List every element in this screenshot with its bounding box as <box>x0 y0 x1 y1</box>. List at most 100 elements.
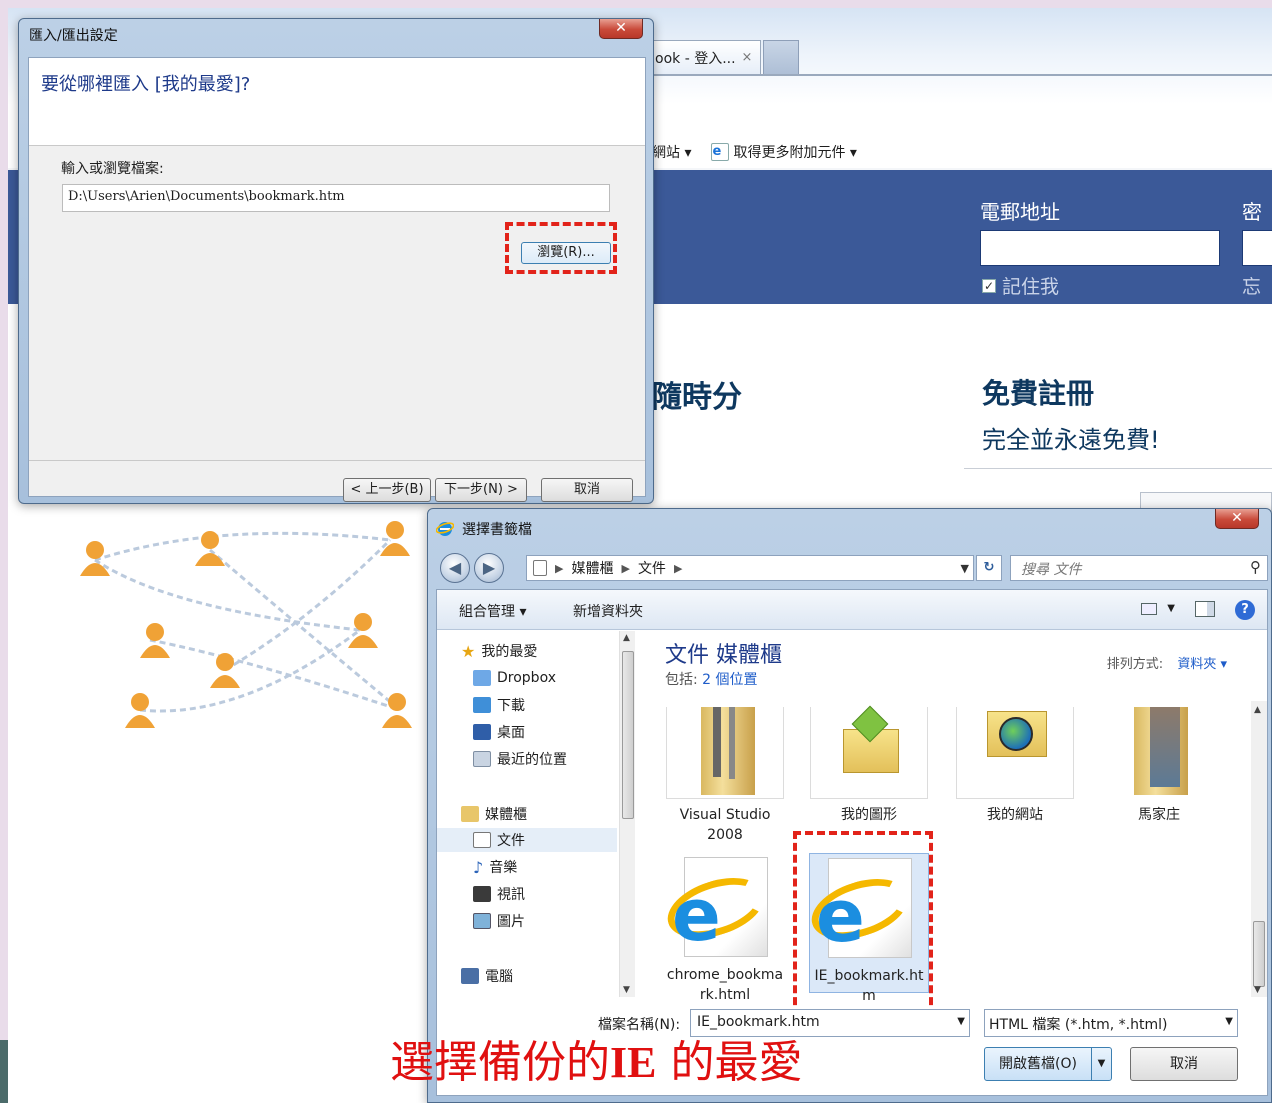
path-input[interactable]: D:\Users\Arien\Documents\bookmark.htm <box>62 184 610 212</box>
divider <box>29 460 645 461</box>
filename-input[interactable]: IE_bookmark.htm ▼ <box>690 1009 970 1037</box>
background-strip-bottom <box>0 1040 8 1103</box>
file-item[interactable]: 馬家庄 <box>1099 707 1219 825</box>
chevron-right-icon: ▶ <box>621 561 630 575</box>
close-icon[interactable]: ✕ <box>1215 509 1259 529</box>
nav-item-documents[interactable]: 文件 <box>437 828 617 852</box>
search-input[interactable]: 搜尋 文件 ⚲ <box>1010 555 1268 581</box>
nav-label: 文件 <box>497 833 525 849</box>
chevron-down-icon[interactable]: ▼ <box>1167 603 1175 614</box>
suggested-sites-link[interactable]: 網站 ▾ <box>652 142 691 162</box>
folder-icon <box>1100 707 1218 799</box>
nav-label: 桌面 <box>497 725 525 741</box>
ie-icon: e <box>711 143 730 161</box>
includes-link[interactable]: 2 個位置 <box>702 672 757 688</box>
desktop-icon <box>473 724 491 740</box>
chevron-up-icon[interactable]: ▲ <box>1254 705 1261 715</box>
nav-item-downloads[interactable]: 下載 <box>437 693 617 717</box>
nav-item-computer[interactable]: 電腦 <box>437 964 617 988</box>
filetype-select[interactable]: HTML 檔案 (*.htm, *.html) ▼ <box>984 1009 1238 1037</box>
arrange-dropdown[interactable]: 資料夾 ▾ <box>1177 657 1227 672</box>
highlight-box <box>505 222 617 274</box>
view-icon[interactable] <box>1141 603 1157 615</box>
downloads-icon <box>473 697 491 713</box>
person-icon <box>80 541 110 576</box>
chevron-down-icon[interactable]: ▼ <box>1254 985 1261 995</box>
scroll-thumb[interactable] <box>622 651 634 819</box>
forward-arrow-icon[interactable]: ▶ <box>474 553 504 583</box>
get-addons-label: 取得更多附加元件 ▾ <box>733 145 857 161</box>
remember-me[interactable]: ✓ 記住我 <box>982 272 1059 299</box>
scroll-thumb[interactable] <box>1253 921 1265 987</box>
import-export-dialog: 匯入/匯出設定 ✕ 要從哪裡匯入 [我的最愛]? 輸入或瀏覽檔案: D:\Use… <box>18 18 654 504</box>
content-scrollbar[interactable]: ▲ ▼ <box>1251 701 1267 997</box>
email-input[interactable] <box>980 230 1220 266</box>
search-icon[interactable]: ⚲ <box>1250 558 1261 576</box>
chevron-down-icon[interactable]: ▼ <box>1225 1016 1233 1027</box>
password-input[interactable] <box>1242 230 1272 266</box>
libraries-icon <box>461 806 479 822</box>
video-icon <box>473 886 491 902</box>
breadcrumb-documents[interactable]: 文件 <box>638 558 666 578</box>
refresh-icon[interactable]: ↻ <box>976 555 1002 581</box>
nav-label: Dropbox <box>497 670 556 686</box>
cancel-button[interactable]: 取消 <box>1130 1047 1238 1081</box>
nav-item-libraries[interactable]: 媒體櫃 <box>437 802 617 826</box>
chevron-down-icon[interactable]: ▼ <box>961 562 969 575</box>
file-name: 馬家庄 <box>1138 807 1180 823</box>
browser-tab[interactable]: ook - 登入... × <box>640 40 762 74</box>
new-folder-button[interactable]: 新增資料夾 <box>573 601 643 621</box>
navigation-pane: ★ 我的最愛 Dropbox 下載 桌面 最近的位置 媒體櫃 文件 ♪ 音樂 視… <box>437 631 637 997</box>
navigation-row: ◀ ▶ ▶ 媒體櫃 ▶ 文件 ▶ ▼ ↻ 搜尋 文件 ⚲ <box>436 549 1268 583</box>
chevron-up-icon[interactable]: ▲ <box>623 633 630 643</box>
nav-item-videos[interactable]: 視訊 <box>437 882 617 906</box>
close-icon[interactable]: ✕ <box>599 19 643 39</box>
nav-item-recent[interactable]: 最近的位置 <box>437 747 617 771</box>
filename-value: IE_bookmark.htm <box>697 1014 820 1030</box>
new-tab-button[interactable] <box>763 40 800 74</box>
nav-item-dropbox[interactable]: Dropbox <box>437 666 617 690</box>
nav-scrollbar[interactable]: ▲ ▼ <box>619 631 635 997</box>
open-button[interactable]: 開啟舊檔(O) ▼ <box>984 1047 1112 1081</box>
arrange-label: 排列方式: <box>1106 657 1164 672</box>
document-icon <box>533 560 547 576</box>
file-item[interactable]: Visual Studio 2008 <box>665 707 785 845</box>
chevron-down-icon[interactable]: ▼ <box>623 985 630 995</box>
email-label: 電郵地址 <box>980 200 1060 224</box>
arrange-by: 排列方式: 資料夾 ▾ <box>1107 653 1227 672</box>
file-name: 我的圖形 <box>841 807 897 823</box>
nav-item-favorites[interactable]: ★ 我的最愛 <box>437 639 617 663</box>
breadcrumb-libraries[interactable]: 媒體櫃 <box>571 558 613 578</box>
suggested-sites-label: 網站 ▾ <box>652 145 692 161</box>
back-button[interactable]: < 上一步(B) <box>343 478 431 502</box>
get-addons-link[interactable]: e 取得更多附加元件 ▾ <box>711 142 857 162</box>
nav-label: 圖片 <box>497 914 525 930</box>
file-item[interactable]: 我的網站 <box>955 707 1075 825</box>
organize-button[interactable]: 組合管理 ▾ <box>459 601 526 621</box>
signup-title: 免費註冊 <box>982 377 1095 410</box>
nav-item-desktop[interactable]: 桌面 <box>437 720 617 744</box>
tab-close-icon[interactable]: × <box>742 50 753 65</box>
command-toolbar: 組合管理 ▾ 新增資料夾 ▼ ? <box>437 590 1267 630</box>
cancel-button[interactable]: 取消 <box>541 478 633 502</box>
import-question: 要從哪裡匯入 [我的最愛]? <box>41 74 251 95</box>
address-bar[interactable]: ▶ 媒體櫃 ▶ 文件 ▶ ▼ <box>526 555 974 581</box>
person-icon <box>348 613 378 648</box>
tab-divider <box>640 74 1272 76</box>
checkbox-icon[interactable]: ✓ <box>982 278 996 293</box>
next-button[interactable]: 下一步(N) > <box>435 478 527 502</box>
chevron-right-icon: ▶ <box>555 561 564 575</box>
back-arrow-icon[interactable]: ◀ <box>440 553 470 583</box>
dialog-title: 匯入/匯出設定 <box>29 28 118 44</box>
chevron-down-icon[interactable]: ▼ <box>957 1016 965 1027</box>
nav-item-pictures[interactable]: 圖片 <box>437 909 617 933</box>
preview-pane-icon[interactable] <box>1195 601 1215 617</box>
nav-label: 我的最愛 <box>481 644 538 660</box>
nav-item-music[interactable]: ♪ 音樂 <box>437 855 617 879</box>
chevron-right-icon: ▶ <box>673 561 683 575</box>
help-icon[interactable]: ? <box>1235 600 1255 620</box>
chevron-down-icon[interactable]: ▼ <box>1091 1048 1111 1080</box>
file-item[interactable]: e chrome_bookmark.html <box>660 853 785 1003</box>
file-item[interactable]: 我的圖形 <box>809 705 929 825</box>
highlight-box <box>793 831 933 1017</box>
